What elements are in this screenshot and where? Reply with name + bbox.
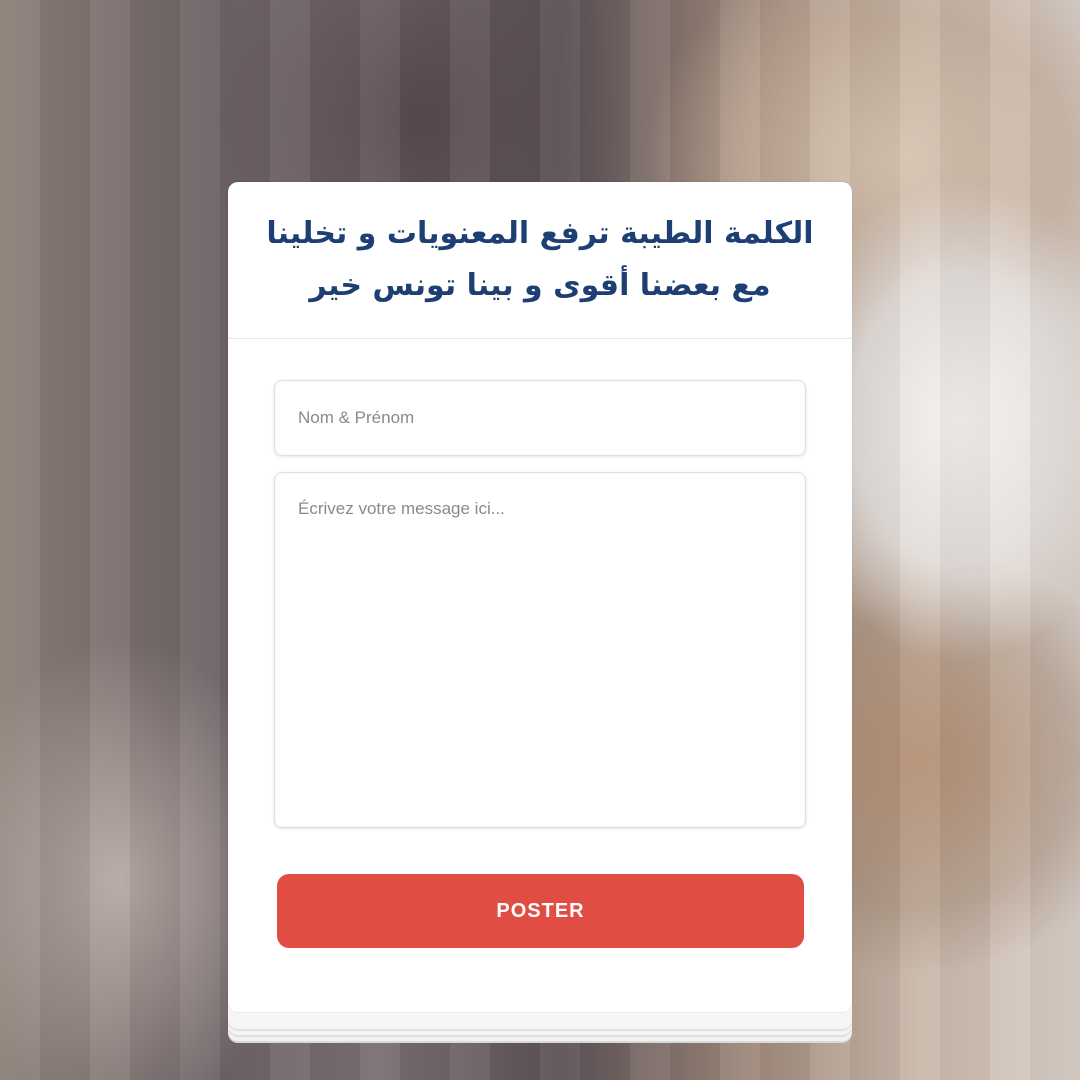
message-form-card: الكلمة الطيبة ترفع المعنويات و تخلينا مع…	[228, 182, 852, 1012]
post-button[interactable]: POSTER	[277, 874, 804, 948]
form-headline: الكلمة الطيبة ترفع المعنويات و تخلينا مع…	[266, 216, 814, 303]
form-header: الكلمة الطيبة ترفع المعنويات و تخلينا مع…	[228, 182, 852, 339]
message-textarea[interactable]	[274, 472, 806, 828]
name-input[interactable]	[274, 380, 806, 456]
